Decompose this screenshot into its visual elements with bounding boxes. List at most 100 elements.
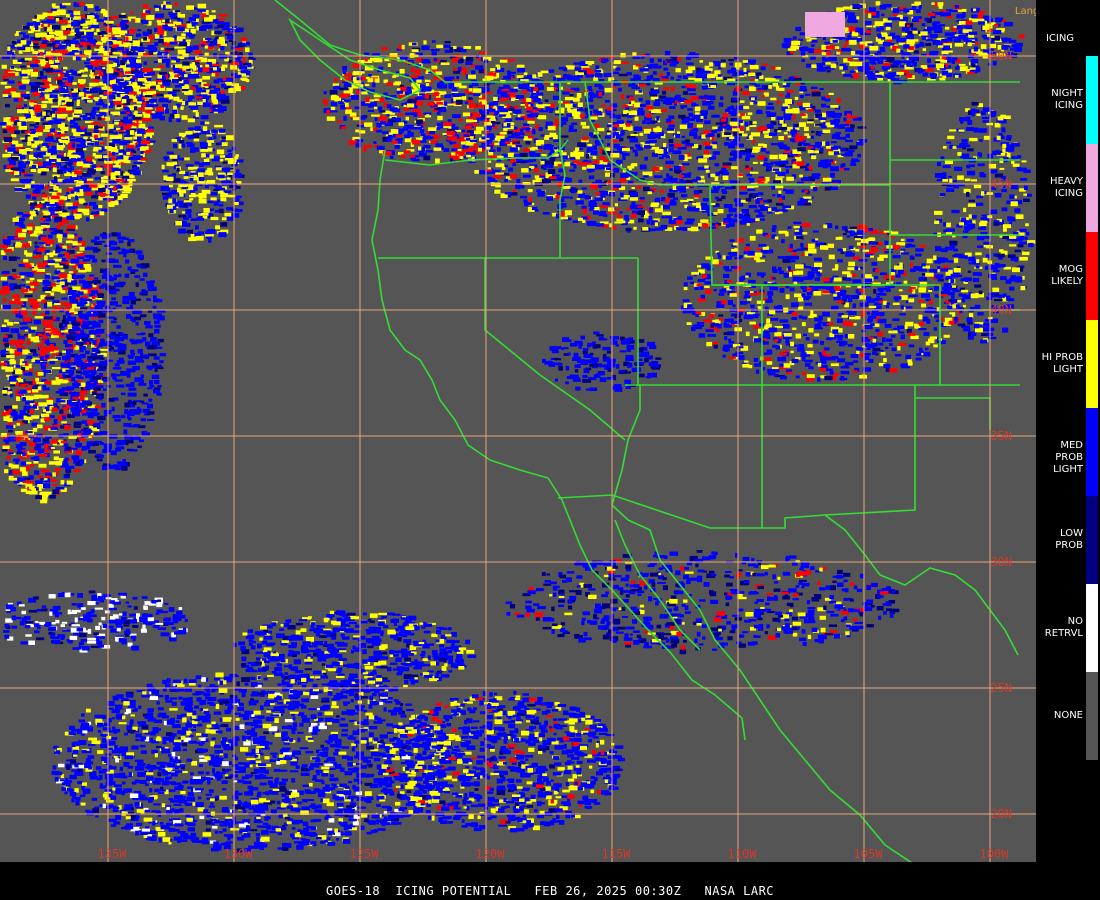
icing-pixel: [41, 100, 49, 104]
icing-pixel: [178, 184, 188, 188]
icing-pixel: [94, 5, 99, 10]
icing-pixel: [456, 76, 460, 80]
icing-pixel: [195, 49, 199, 55]
icing-pixel: [31, 488, 36, 491]
icing-pixel: [503, 75, 511, 80]
icing-pixel: [453, 70, 461, 74]
icing-pixel: [197, 9, 206, 12]
icing-pixel: [211, 73, 216, 77]
icing-pixel: [85, 386, 92, 390]
icing-pixel: [94, 277, 99, 280]
icing-pixel: [10, 116, 16, 122]
icing-pixel: [382, 131, 389, 135]
icing-pixel: [90, 353, 98, 356]
icing-pixel: [729, 62, 733, 66]
icing-pixel: [8, 377, 17, 382]
icing-pixel: [9, 393, 13, 398]
icing-pixel: [51, 105, 60, 108]
icing-pixel: [428, 127, 437, 131]
icing-pixel: [364, 83, 370, 87]
icing-pixel: [465, 61, 473, 65]
icing-pixel: [184, 74, 188, 78]
icing-pixel: [109, 192, 117, 197]
icing-pixel: [63, 165, 67, 169]
icing-pixel: [373, 141, 377, 144]
icing-pixel: [51, 25, 60, 30]
icing-pixel: [79, 189, 84, 193]
icing-pixel: [362, 146, 367, 152]
icing-pixel: [81, 400, 90, 404]
icing-pixel: [152, 313, 162, 318]
icing-pixel: [181, 100, 186, 106]
icing-pixel: [43, 329, 53, 332]
icing-pixel: [125, 24, 129, 28]
icing-pixel: [220, 197, 227, 202]
icing-pixel: [386, 104, 392, 109]
icing-pixel: [157, 29, 165, 35]
icing-pixel: [57, 415, 63, 421]
icing-pixel: [123, 187, 132, 192]
icing-pixel: [443, 101, 447, 106]
icing-pixel: [15, 389, 20, 392]
icing-pixel: [3, 298, 7, 303]
icing-pixel: [569, 196, 573, 199]
icing-pixel: [371, 114, 380, 117]
icing-pixel: [126, 152, 131, 156]
icing-pixel: [114, 171, 121, 176]
icing-pixel: [42, 384, 47, 389]
icing-pixel: [96, 28, 100, 33]
icing-pixel: [115, 178, 124, 182]
icing-pixel: [342, 66, 348, 71]
icing-pixel: [324, 102, 328, 106]
icing-pixel: [96, 126, 103, 129]
icing-pixel: [97, 116, 102, 121]
icing-pixel: [90, 169, 96, 173]
icing-pixel: [37, 204, 43, 208]
icing-pixel: [472, 88, 482, 93]
icing-pixel: [220, 45, 225, 51]
icing-pixel: [80, 366, 85, 370]
icing-pixel: [396, 71, 400, 74]
icing-pixel: [32, 396, 39, 400]
icing-pixel: [43, 441, 50, 444]
icing-pixel: [185, 131, 193, 135]
icing-pixel: [92, 442, 99, 446]
icing-pixel: [86, 29, 94, 32]
icing-pixel: [24, 130, 31, 134]
icing-pixel: [811, 155, 817, 160]
icing-pixel: [52, 353, 59, 356]
icing-pixel: [80, 23, 88, 26]
icing-pixel: [421, 59, 430, 64]
icing-pixel: [68, 415, 75, 418]
icing-pixel: [360, 116, 366, 120]
icing-pixel: [9, 439, 16, 442]
icing-pixel: [6, 425, 14, 429]
icing-pixel: [1, 324, 7, 328]
icing-pixel: [129, 78, 134, 81]
icing-pixel: [468, 97, 472, 100]
icing-pixel: [76, 443, 81, 448]
icing-pixel: [170, 75, 175, 79]
icing-pixel: [21, 422, 25, 425]
icing-pixel: [461, 71, 467, 74]
icing-pixel: [165, 18, 170, 24]
icing-pixel: [152, 114, 161, 119]
icing-pixel: [401, 154, 406, 159]
icing-pixel: [356, 77, 362, 81]
icing-pixel: [211, 158, 219, 162]
icing-pixel: [116, 78, 124, 81]
icing-pixel: [186, 229, 193, 234]
icing-pixel: [109, 80, 115, 85]
icing-pixel: [64, 39, 71, 43]
icing-pixel: [440, 62, 450, 65]
icing-pixel: [13, 321, 20, 324]
icing-pixel: [66, 254, 71, 259]
icing-pixel: [349, 112, 357, 117]
icing-pixel: [47, 262, 55, 266]
icing-pixel: [74, 246, 79, 250]
icing-pixel: [194, 161, 200, 165]
icing-pixel: [129, 107, 134, 111]
icing-pixel: [8, 429, 14, 433]
icing-pixel: [235, 47, 243, 51]
icing-pixel: [121, 19, 129, 23]
